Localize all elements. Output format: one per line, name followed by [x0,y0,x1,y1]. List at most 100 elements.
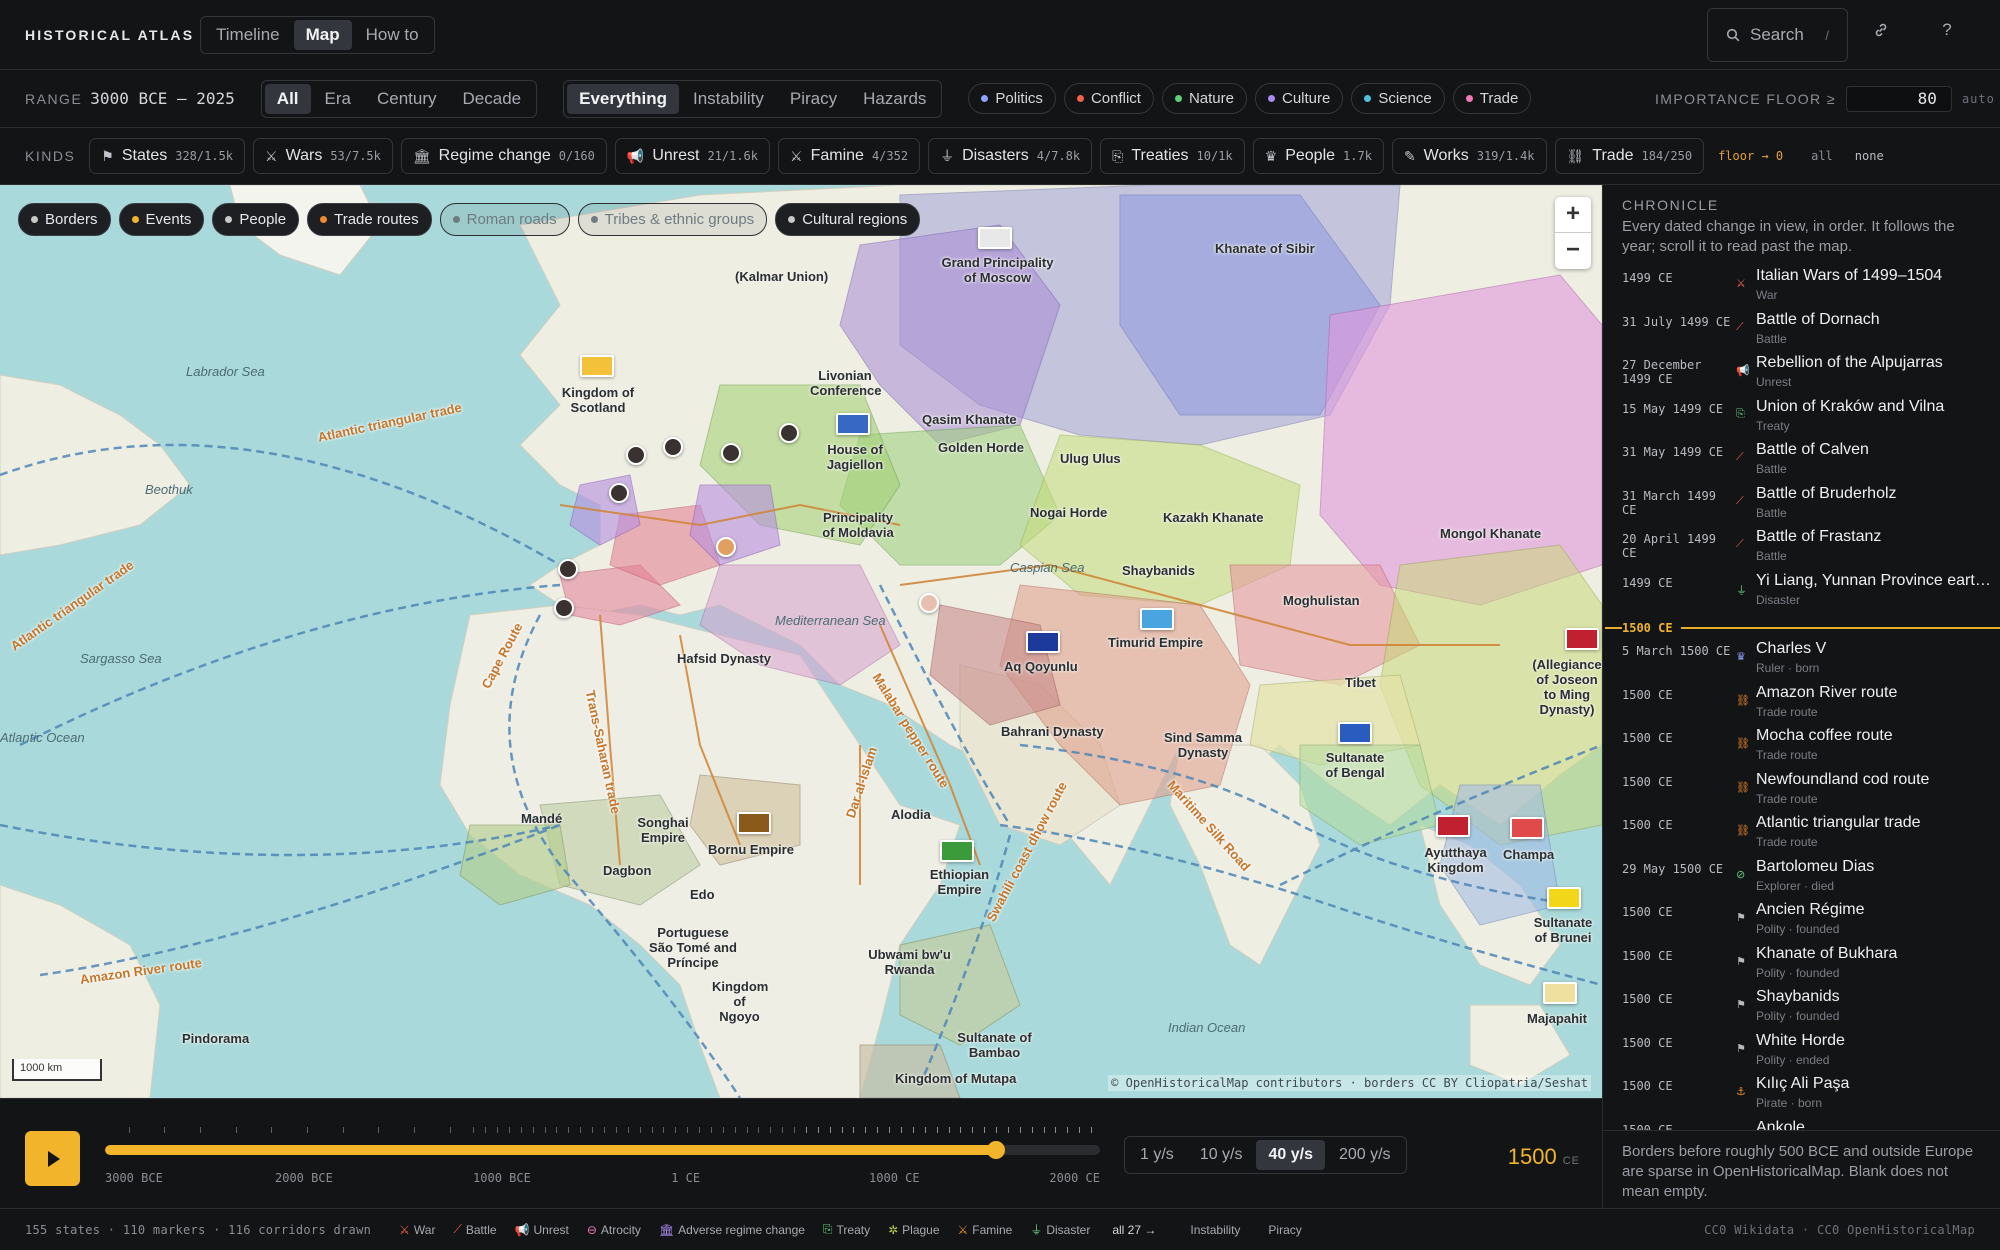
person-marker[interactable] [779,423,799,443]
layer-toggle-trade-routes[interactable]: Trade routes [307,203,432,236]
kind-toggle-states[interactable]: ⚑ States 328/1.5k [89,138,246,174]
person-marker[interactable] [554,598,574,618]
flag-ayutthaya[interactable] [1436,815,1470,837]
layer-toggle-roman-roads[interactable]: Roman roads [439,203,570,236]
view-tab-map[interactable]: Map [293,19,352,50]
flag-brunei[interactable] [1547,887,1581,909]
chronicle-event[interactable]: 29 May 1500 CE ⊘ Bartolomeu Dias Explorer ·… [1603,858,2000,902]
person-marker[interactable] [919,593,939,613]
chronicle-panel[interactable]: CHRONICLE Every dated change in view, in… [1602,185,2000,1130]
map-canvas[interactable]: (Kalmar Union) Grand Principality of Mos… [0,185,1602,1098]
flag-ethiopia[interactable] [940,840,974,862]
share-link-button[interactable] [1868,22,1894,48]
chronicle-event[interactable]: 1500 CE⚑Ankole [1603,1119,2000,1131]
legend-battle[interactable]: ⟋ Battle [453,1222,496,1237]
legend-adverse-regime-change[interactable]: 🏛 Adverse regime change [659,1223,805,1237]
theme-chip-culture[interactable]: Culture [1255,83,1344,114]
legend-atrocity[interactable]: ⊖ Atrocity [587,1223,641,1237]
theme-chip-nature[interactable]: Nature [1161,83,1247,114]
floor-reset-link[interactable]: floor → 0 [1718,149,1783,163]
lens-instability[interactable]: Instability [681,84,776,114]
chronicle-event[interactable]: 1500 CE ⛓ Mocha coffee route Trade route [1603,727,2000,771]
importance-auto-toggle[interactable]: auto [1962,92,1995,106]
kinds-select-all[interactable]: all [1811,149,1833,163]
person-marker[interactable] [721,443,741,463]
layer-toggle-events[interactable]: Events [118,203,205,236]
flag-scotland[interactable] [580,355,614,377]
flag-champa[interactable] [1510,817,1544,839]
range-value[interactable]: 3000 BCE — 2025 [90,89,235,108]
help-button[interactable]: ? [1935,20,1959,46]
layer-toggle-people[interactable]: People [212,203,300,236]
kind-toggle-treaties[interactable]: ⎘ Treaties 10/1k [1100,138,1245,174]
view-tab-timeline[interactable]: Timeline [204,20,292,50]
chronicle-event[interactable]: 5 March 1500 CE ♛ Charles V Ruler · born [1603,640,2000,684]
year-slider[interactable]: 3000 BCE 2000 BCE 1000 BCE 1 CE 1000 CE 2000 … [105,1121,1100,1191]
kind-toggle-trade[interactable]: ⛓ Trade 184/250 [1554,138,1705,174]
flag-joseon[interactable] [1565,628,1599,650]
person-marker[interactable] [558,559,578,579]
lens-piracy[interactable]: Piracy [778,84,849,114]
chronicle-event[interactable]: 15 May 1499 CE ⎘ Union of Kraków and Vilna… [1603,398,2000,442]
flag-bengal[interactable] [1338,722,1372,744]
speed-40[interactable]: 40 y/s [1256,1140,1325,1170]
chronicle-event[interactable]: 31 May 1499 CE ⟋ Battle of Calven Battle [1603,441,2000,485]
chronicle-event[interactable]: 1500 CE ⚑ White Horde Polity · ended [1603,1032,2000,1076]
legend-unrest[interactable]: 📢 Unrest [515,1223,569,1237]
person-marker[interactable] [609,483,629,503]
chronicle-event[interactable]: 1500 CE ⚑ Khanate of Bukhara Polity · found… [1603,945,2000,989]
granularity-century[interactable]: Century [365,84,449,114]
status-piracy-link[interactable]: Piracy [1268,1223,1301,1237]
flag-jagiellon[interactable] [836,413,870,435]
chronicle-event[interactable]: 20 April 1499 CE ⟋ Battle of Frastanz Battl… [1603,528,2000,572]
zoom-out-button[interactable]: − [1555,233,1591,269]
kind-toggle-regime-change[interactable]: 🏛 Regime change 0/160 [400,138,607,174]
flag-timurid[interactable] [1140,608,1174,630]
granularity-decade[interactable]: Decade [451,84,534,114]
play-button[interactable] [25,1131,80,1186]
kind-toggle-unrest[interactable]: 📢 Unrest 21/1.6k [614,138,771,174]
legend-treaty[interactable]: ⎘ Treaty [823,1222,870,1237]
layer-toggle-cultural-regions[interactable]: Cultural regions [775,203,921,236]
chronicle-event[interactable]: 1499 CE ⚔ Italian Wars of 1499–1504 War [1603,267,2000,311]
chronicle-event[interactable]: 1500 CE ⚓ Kılıç Ali Paşa Pirate · born [1603,1075,2000,1119]
legend-all-link[interactable]: all 27 → [1112,1223,1156,1237]
speed-200[interactable]: 200 y/s [1327,1140,1403,1170]
theme-chip-conflict[interactable]: Conflict [1063,83,1154,114]
slider-thumb[interactable] [987,1141,1006,1159]
theme-chip-politics[interactable]: Politics [968,83,1056,114]
speed-10[interactable]: 10 y/s [1188,1140,1255,1170]
view-tab-how-to[interactable]: How to [354,20,431,50]
kinds-select-none[interactable]: none [1855,149,1884,163]
flag-majapahit[interactable] [1543,982,1577,1004]
kind-toggle-people[interactable]: ♛ People 1.7k [1252,138,1384,174]
search-box[interactable]: Search / [1707,8,1848,62]
flag-bornu[interactable] [737,812,771,834]
theme-chip-trade[interactable]: Trade [1452,83,1532,114]
chronicle-event[interactable]: 1500 CE ⛓ Amazon River route Trade route [1603,684,2000,728]
chronicle-event[interactable]: 1500 CE ⛓ Newfoundland cod route Trade rout… [1603,771,2000,815]
legend-disaster[interactable]: ⏚ Disaster [1030,1221,1090,1238]
chronicle-event[interactable]: 27 December 1499 CE 📢 Rebellion of the Alp… [1603,354,2000,398]
zoom-in-button[interactable]: + [1555,197,1591,233]
kind-toggle-wars[interactable]: ⚔ Wars 53/7.5k [253,138,393,174]
kind-toggle-disasters[interactable]: ⏚ Disasters 4/7.8k [928,138,1093,174]
legend-plague[interactable]: ✲ Plague [888,1223,939,1237]
kind-toggle-works[interactable]: ✎ Works 319/1.4k [1391,138,1547,174]
person-marker[interactable] [626,445,646,465]
layer-toggle-borders[interactable]: Borders [18,203,111,236]
legend-famine[interactable]: ⚔ Famine [958,1223,1013,1237]
importance-input[interactable]: 80 [1845,86,1952,112]
layer-toggle-tribes-ethnic-groups[interactable]: Tribes & ethnic groups [577,203,768,236]
theme-chip-science[interactable]: Science [1351,83,1445,114]
speed-1[interactable]: 1 y/s [1128,1140,1186,1170]
lens-hazards[interactable]: Hazards [851,84,938,114]
lens-everything[interactable]: Everything [567,83,679,114]
chronicle-event[interactable]: 31 March 1499 CE ⟋ Battle of Bruderholz Bat… [1603,485,2000,529]
legend-war[interactable]: ⚔ War [399,1223,435,1237]
status-instability-link[interactable]: Instability [1190,1223,1240,1237]
flag-moscow[interactable] [978,227,1012,249]
chronicle-event[interactable]: 1500 CE ⚑ Shaybanids Polity · founded [1603,988,2000,1032]
chronicle-event[interactable]: 1499 CE ⏚ Yi Liang, Yunnan Province earthq… [1603,572,2000,616]
chronicle-event[interactable]: 1500 CE ⛓ Atlantic triangular trade Trade r… [1603,814,2000,858]
